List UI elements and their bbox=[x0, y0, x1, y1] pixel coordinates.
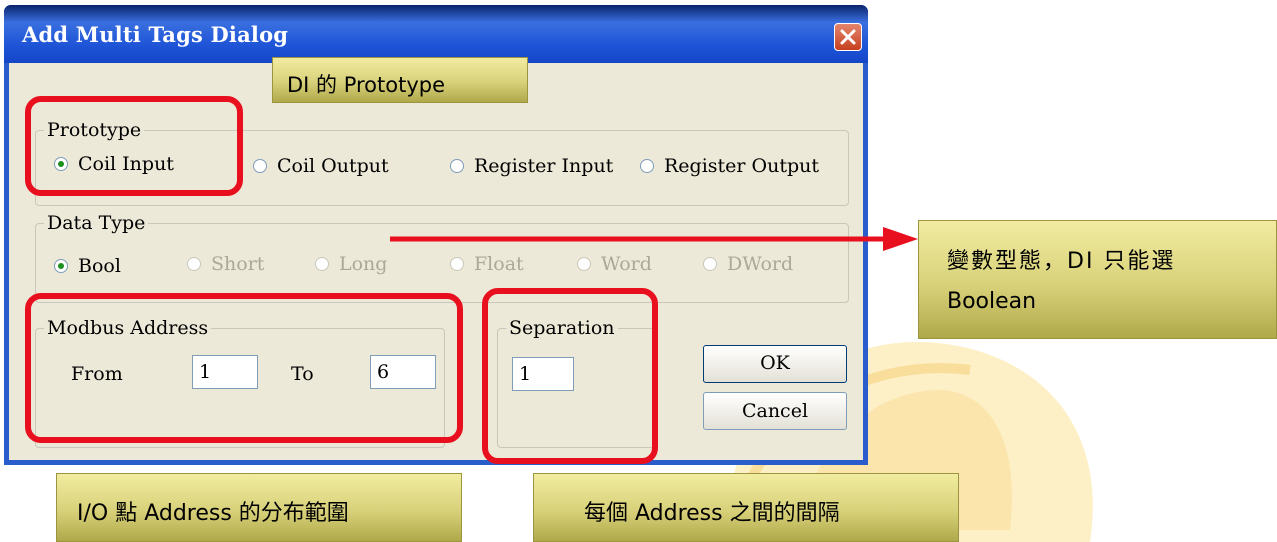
radio-dword[interactable]: DWord bbox=[703, 253, 793, 275]
address-range-callout-text: I/O 點 Address 的分布範圍 bbox=[77, 501, 349, 526]
data-type-group-label: Data Type bbox=[44, 212, 149, 234]
radio-label: Register Input bbox=[474, 155, 614, 177]
cancel-button[interactable]: Cancel bbox=[703, 392, 847, 430]
dialog-title: Add Multi Tags Dialog bbox=[22, 22, 289, 47]
data-type-callout: 變數型態，DI 只能選 Boolean bbox=[918, 220, 1277, 339]
radio-word[interactable]: Word bbox=[577, 253, 652, 275]
modbus-address-highlight-box bbox=[25, 293, 463, 443]
arrow-icon bbox=[390, 227, 918, 251]
radio-icon bbox=[450, 257, 464, 271]
prototype-callout-text: DI 的 Prototype bbox=[287, 73, 446, 97]
radio-icon bbox=[450, 159, 464, 173]
radio-bool[interactable]: Bool bbox=[54, 255, 121, 277]
radio-register-input[interactable]: Register Input bbox=[450, 155, 613, 177]
dialog-titlebar[interactable]: Add Multi Tags Dialog bbox=[4, 5, 868, 63]
radio-coil-output[interactable]: Coil Output bbox=[253, 155, 389, 177]
close-icon bbox=[840, 29, 856, 45]
radio-label: Bool bbox=[78, 255, 121, 277]
separation-callout-text: 每個 Address 之間的間隔 bbox=[584, 501, 840, 526]
radio-float[interactable]: Float bbox=[450, 253, 524, 275]
radio-label: Float bbox=[474, 253, 524, 275]
data-type-callout-text-line1: 變數型態，DI 只能選 bbox=[947, 249, 1176, 274]
radio-label: Long bbox=[339, 253, 388, 275]
prototype-highlight-box bbox=[25, 96, 243, 196]
separation-highlight-box bbox=[482, 288, 658, 464]
radio-icon bbox=[253, 159, 267, 173]
data-type-callout-text-line2: Boolean bbox=[947, 289, 1037, 314]
separation-callout: 每個 Address 之間的間隔 bbox=[533, 473, 959, 542]
radio-label: Register Output bbox=[664, 155, 820, 177]
address-range-callout: I/O 點 Address 的分布範圍 bbox=[56, 473, 462, 542]
radio-icon bbox=[703, 257, 717, 271]
radio-selected-icon bbox=[54, 259, 68, 273]
ok-button[interactable]: OK bbox=[703, 345, 847, 383]
radio-label: Short bbox=[211, 253, 265, 275]
radio-icon bbox=[315, 257, 329, 271]
radio-label: Coil Output bbox=[277, 155, 389, 177]
radio-icon bbox=[187, 257, 201, 271]
close-button[interactable] bbox=[834, 23, 862, 51]
radio-long[interactable]: Long bbox=[315, 253, 387, 275]
radio-icon bbox=[640, 159, 654, 173]
prototype-callout: DI 的 Prototype bbox=[272, 57, 528, 103]
radio-label: Word bbox=[601, 253, 652, 275]
radio-icon bbox=[577, 257, 591, 271]
radio-label: DWord bbox=[727, 253, 794, 275]
radio-short[interactable]: Short bbox=[187, 253, 264, 275]
radio-register-output[interactable]: Register Output bbox=[640, 155, 819, 177]
